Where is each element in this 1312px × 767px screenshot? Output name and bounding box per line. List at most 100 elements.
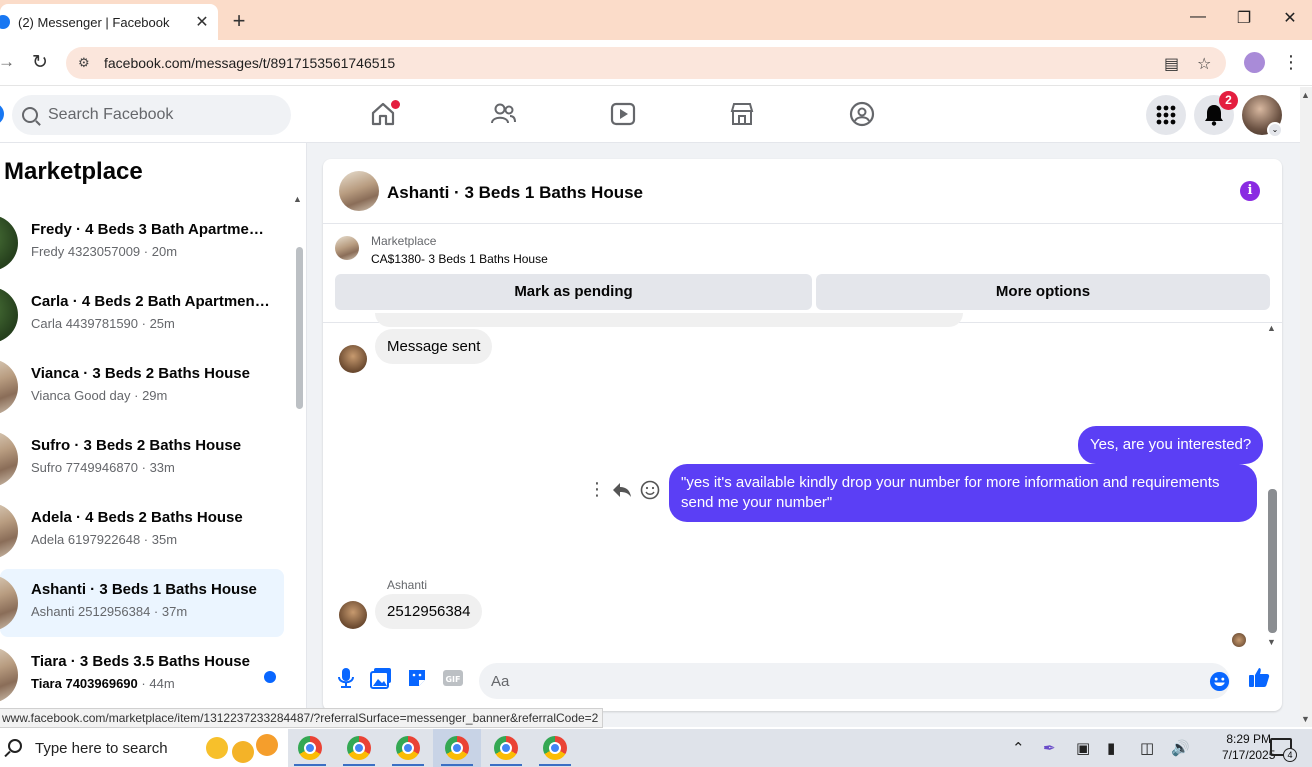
taskbar-clock[interactable]: 8:29 PM 7/17/2025: [1222, 731, 1275, 763]
more-options-button[interactable]: More options: [816, 274, 1270, 310]
taskbar-chrome-window-1[interactable]: [286, 729, 334, 767]
like-thumbs-up-icon[interactable]: [1248, 666, 1270, 688]
conversation-name: Vianca · 3 Beds 2 Baths House: [31, 365, 250, 382]
messages-scroll-up-icon[interactable]: ▲: [1267, 323, 1276, 333]
microphone-icon[interactable]: [335, 667, 357, 689]
taskbar-chrome-window-6[interactable]: [531, 729, 579, 767]
facebook-search-input[interactable]: Search Facebook: [12, 95, 291, 135]
list-scroll-up-icon[interactable]: ▲: [293, 194, 302, 204]
watch-video-icon[interactable]: [610, 101, 636, 127]
chat-listing-avatar[interactable]: [339, 171, 379, 211]
chrome-icon: [396, 736, 420, 760]
photo-gallery-icon[interactable]: [370, 667, 392, 689]
browser-menu-icon[interactable]: ⋮: [1282, 52, 1300, 73]
sender-avatar[interactable]: [339, 345, 367, 373]
taskbar-chrome-window-4[interactable]: [433, 729, 481, 767]
page-scroll-up-icon[interactable]: ▲: [1301, 90, 1310, 100]
info-icon[interactable]: i: [1240, 181, 1260, 201]
conversation-name: Adela · 4 Beds 2 Baths House: [31, 509, 243, 526]
more-actions-icon[interactable]: ⋮: [588, 479, 606, 500]
chrome-icon: [347, 736, 371, 760]
conversation-item-sufro[interactable]: Sufro · 3 Beds 2 Baths House Sufro 77499…: [0, 425, 284, 493]
chrome-icon: [445, 736, 469, 760]
forward-arrow-icon[interactable]: →: [0, 52, 15, 72]
listing-thumbnail: [0, 287, 18, 343]
marketplace-listing-banner[interactable]: Marketplace CA$1380- 3 Beds 1 Baths Hous…: [323, 224, 1282, 323]
reload-icon[interactable]: ↻: [32, 51, 48, 74]
react-smiley-icon[interactable]: [640, 480, 660, 500]
seen-indicator-avatar: [1232, 633, 1246, 647]
conversation-item-carla[interactable]: Carla · 4 Beds 2 Bath Apartment... Carla…: [0, 281, 284, 349]
search-icon: [8, 739, 22, 753]
taskbar-chrome-window-5[interactable]: [482, 729, 530, 767]
friends-icon[interactable]: [490, 101, 516, 127]
address-bar[interactable]: ⚙ facebook.com/messages/t/89171535617465…: [66, 47, 1226, 79]
browser-profile-icon[interactable]: [1244, 52, 1265, 73]
gif-icon[interactable]: GIF: [442, 667, 464, 689]
listing-thumbnail: [0, 431, 18, 487]
minimize-window-icon[interactable]: —: [1183, 8, 1213, 26]
sticker-icon[interactable]: [406, 667, 428, 689]
sidebar-title: Marketplace: [4, 158, 143, 185]
reply-icon[interactable]: [612, 481, 632, 499]
message-input[interactable]: Aa: [479, 663, 1230, 699]
banner-label: Marketplace: [371, 234, 437, 248]
account-chevron-down-icon[interactable]: ⌄: [1267, 122, 1283, 138]
menu-grid-button[interactable]: [1146, 95, 1186, 135]
taskbar-chrome-window-3[interactable]: [384, 729, 432, 767]
battery-icon[interactable]: ▮: [1107, 739, 1115, 757]
close-window-icon[interactable]: ✕: [1275, 8, 1305, 28]
listing-thumbnail: [0, 359, 18, 415]
taskbar-chrome-window-2[interactable]: [335, 729, 383, 767]
facebook-topbar: Search Facebook 2 ⌄: [0, 87, 1300, 143]
new-tab-button[interactable]: +: [228, 8, 250, 34]
conversation-preview: Carla 4439781590 · 25m: [31, 316, 175, 331]
taskbar-search-box[interactable]: Type here to search: [0, 729, 288, 767]
browser-tabstrip: (2) Messenger | Facebook ✕ + — ❐ ✕: [0, 0, 1312, 40]
groups-icon[interactable]: [849, 101, 875, 127]
listing-thumbnail: [0, 215, 18, 271]
tray-expand-chevron-icon[interactable]: ⌃: [1012, 739, 1025, 757]
emoji-face-icon: [232, 741, 254, 763]
taskbar-search-placeholder: Type here to search: [35, 740, 168, 757]
list-scrollbar-thumb[interactable]: [296, 247, 303, 409]
svg-text:GIF: GIF: [445, 675, 460, 684]
bookmark-star-icon[interactable]: ☆: [1197, 54, 1211, 74]
mark-as-pending-button[interactable]: Mark as pending: [335, 274, 812, 310]
conversation-item-ashanti[interactable]: Ashanti · 3 Beds 1 Baths House Ashanti 2…: [0, 569, 284, 637]
tab-close-icon[interactable]: ✕: [192, 12, 212, 32]
network-icon[interactable]: ◫: [1140, 739, 1154, 757]
listing-thumbnail: [0, 503, 18, 559]
chat-header: Ashanti · 3 Beds 1 Baths House i: [323, 159, 1282, 224]
conversation-item-tiara[interactable]: Tiara · 3 Beds 3.5 Baths House Tiara 740…: [0, 641, 284, 709]
windows-taskbar: Type here to search ⌃ ✒ ▣ ▮ ◫ 🔊 8:29 PM …: [0, 729, 1312, 767]
sender-avatar[interactable]: [339, 601, 367, 629]
install-app-icon[interactable]: ▤: [1164, 54, 1179, 74]
messages-scrollbar-thumb[interactable]: [1268, 489, 1277, 633]
pen-tray-icon[interactable]: ✒: [1043, 739, 1056, 757]
message-composer: GIF Aa: [323, 653, 1282, 711]
emoji-icon[interactable]: [1209, 671, 1230, 692]
chat-title[interactable]: Ashanti · 3 Beds 1 Baths House: [387, 183, 643, 203]
page-scrollbar[interactable]: [1300, 87, 1312, 727]
conversation-name: Carla · 4 Beds 2 Bath Apartment...: [31, 293, 271, 310]
page-scroll-down-icon[interactable]: ▼: [1301, 714, 1310, 724]
listing-thumbnail: [0, 575, 18, 631]
meet-now-icon[interactable]: ▣: [1076, 739, 1090, 757]
browser-tab[interactable]: (2) Messenger | Facebook ✕: [0, 4, 218, 40]
banner-listing-title[interactable]: CA$1380- 3 Beds 1 Baths House: [371, 252, 548, 266]
marketplace-icon[interactable]: [729, 101, 755, 127]
conversation-name: Ashanti · 3 Beds 1 Baths House: [31, 581, 257, 598]
conversation-item-vianca[interactable]: Vianca · 3 Beds 2 Baths House Vianca Goo…: [0, 353, 284, 421]
facebook-logo-icon[interactable]: [0, 103, 4, 125]
conversation-name: Sufro · 3 Beds 2 Baths House: [31, 437, 242, 454]
site-info-icon[interactable]: ⚙: [78, 55, 100, 71]
conversation-item-fredy[interactable]: Fredy · 4 Beds 3 Bath Apartment... Fredy…: [0, 209, 284, 277]
conversation-item-adela[interactable]: Adela · 4 Beds 2 Baths House Adela 61979…: [0, 497, 284, 565]
maximize-window-icon[interactable]: ❐: [1229, 8, 1259, 28]
volume-icon[interactable]: 🔊: [1171, 739, 1190, 757]
link-hover-status: www.facebook.com/marketplace/item/131223…: [0, 708, 604, 728]
conversation-preview: Vianca Good day · 29m: [31, 388, 168, 403]
messages-scroll-down-icon[interactable]: ▼: [1267, 637, 1276, 647]
action-center-count: 4: [1283, 748, 1297, 762]
